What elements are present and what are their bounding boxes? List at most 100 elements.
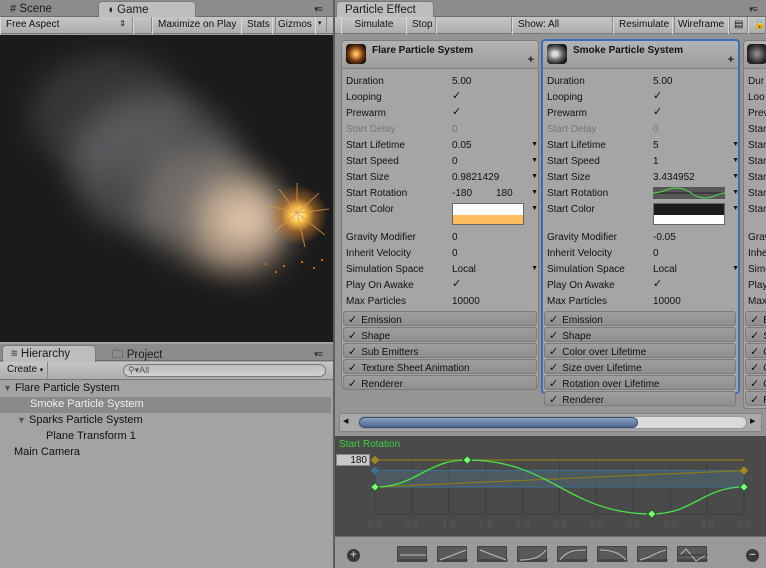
add-module-icon[interactable]: + [528, 54, 534, 66]
gizmos-button[interactable]: Gizmos [272, 17, 316, 34]
hierarchy-item[interactable]: ▼ Flare Particle System [0, 381, 331, 397]
module-enabled-checkbox[interactable]: ✓ [549, 362, 558, 374]
module-header[interactable]: ✓ Color over Lifetime [544, 343, 736, 358]
module-enabled-checkbox[interactable]: ✓ [549, 330, 558, 342]
module-header[interactable]: ✓C [745, 359, 766, 374]
property-value[interactable]: 10000 [653, 296, 681, 307]
checkbox[interactable]: ✓ [653, 91, 664, 102]
module-enabled-checkbox[interactable]: ✓ [348, 346, 357, 358]
property-value[interactable]: 5 [653, 140, 659, 151]
color-gradient-field[interactable] [452, 203, 524, 225]
checkbox[interactable]: ✓ [653, 279, 664, 290]
property-value-max[interactable]: 180 [496, 188, 513, 199]
panel-menu-icon[interactable]: ▾≡ [749, 4, 758, 15]
checkbox[interactable]: ✓ [452, 107, 463, 118]
property-value[interactable]: 0.9821429 [452, 172, 499, 183]
checkbox[interactable]: ✓ [452, 279, 463, 290]
curve-preset-button[interactable] [437, 546, 468, 562]
tab-scene[interactable]: # Scene [2, 1, 60, 18]
module-header[interactable]: ✓ Renderer [343, 375, 537, 390]
card-header[interactable] [744, 41, 766, 69]
module-enabled-checkbox[interactable]: ✓ [750, 330, 759, 342]
module-enabled-checkbox[interactable]: ✓ [750, 314, 759, 326]
curve-preset-button[interactable] [517, 546, 548, 562]
curve-preset-button[interactable] [597, 546, 628, 562]
color-gradient-field[interactable] [653, 203, 725, 225]
module-enabled-checkbox[interactable]: ✓ [549, 314, 558, 326]
dropdown-arrow-icon[interactable]: ▼ [531, 189, 538, 196]
module-header[interactable]: ✓C [745, 375, 766, 390]
gizmos-dropdown-arrow[interactable]: ▾ [315, 17, 327, 34]
panel-menu-icon[interactable]: ▾≡ [314, 4, 323, 15]
curve-preset-button[interactable] [677, 546, 708, 562]
stop-button[interactable]: Stop [406, 17, 436, 34]
hierarchy-item[interactable]: Smoke Particle System [0, 397, 331, 413]
property-value[interactable]: 0 [452, 124, 458, 135]
property-value[interactable]: 0 [452, 156, 458, 167]
property-value[interactable]: 3.434952 [653, 172, 695, 183]
tab-hierarchy[interactable]: ≡ Hierarchy [2, 345, 96, 362]
module-enabled-checkbox[interactable]: ✓ [750, 378, 759, 390]
scroll-track[interactable] [358, 416, 747, 429]
module-header[interactable]: ✓ Shape [343, 327, 537, 342]
module-header[interactable]: ✓ Renderer [544, 391, 736, 406]
curve-preset-button[interactable] [557, 546, 588, 562]
checkbox[interactable]: ✓ [452, 91, 463, 102]
aspect-dropdown[interactable]: Free Aspect ⇕ [0, 17, 133, 34]
scroll-left-arrow-icon[interactable]: ◀ [343, 417, 348, 425]
property-value[interactable]: Local [653, 264, 677, 275]
hierarchy-item[interactable]: Plane Transform 1 [0, 429, 331, 445]
property-value[interactable]: 0 [452, 248, 458, 259]
property-value[interactable]: 0 [653, 124, 659, 135]
module-enabled-checkbox[interactable]: ✓ [348, 314, 357, 326]
hierarchy-search-input[interactable]: ⚲▾All [123, 364, 326, 377]
property-value[interactable]: -0.05 [653, 232, 676, 243]
dropdown-arrow-icon[interactable]: ▼ [531, 141, 538, 148]
dropdown-arrow-icon[interactable]: ▼ [531, 265, 538, 272]
expand-arrow-icon[interactable]: ▼ [17, 415, 26, 425]
horizontal-scrollbar[interactable]: ◀ ▶ [339, 413, 762, 432]
property-value[interactable]: 10000 [452, 296, 480, 307]
tab-game[interactable]: ◖ Game [98, 1, 196, 18]
dropdown-arrow-icon[interactable]: ▼ [531, 205, 538, 212]
module-enabled-checkbox[interactable]: ✓ [750, 362, 759, 374]
curve-max-field[interactable]: 180 [336, 454, 370, 466]
curve-editor[interactable]: Start Rotation 0 0.0 0.5 1.0 1.5 2.0 2.5 3.0 3.5… [335, 436, 766, 536]
dropdown-arrow-icon[interactable]: ▼ [531, 173, 538, 180]
module-header[interactable]: ✓ Rotation over Lifetime [544, 375, 736, 390]
resimulate-toggle[interactable]: Resimulate [613, 17, 676, 34]
split-view-icon[interactable]: ▤ [728, 17, 748, 34]
module-header[interactable]: ✓R [745, 391, 766, 406]
scroll-thumb[interactable] [359, 417, 638, 428]
curve-preset-button[interactable] [637, 546, 668, 562]
dropdown-arrow-icon[interactable]: ▼ [732, 265, 739, 272]
stats-button[interactable]: Stats [241, 17, 276, 34]
curve-key-point[interactable] [646, 509, 657, 519]
module-enabled-checkbox[interactable]: ✓ [549, 346, 558, 358]
curve-preset-button[interactable] [397, 546, 428, 562]
show-dropdown[interactable]: Show: All [512, 17, 613, 34]
dropdown-arrow-icon[interactable]: ▼ [732, 141, 739, 148]
property-value[interactable]: 0.05 [452, 140, 471, 151]
expand-arrow-icon[interactable]: ▼ [3, 383, 12, 393]
add-key-icon[interactable]: + [347, 549, 360, 562]
simulate-button[interactable]: Simulate [341, 17, 407, 34]
checkbox[interactable]: ✓ [653, 107, 664, 118]
tab-project[interactable]: 🗀 Project [104, 345, 171, 362]
module-enabled-checkbox[interactable]: ✓ [549, 394, 558, 406]
remove-curve-icon[interactable]: − [746, 549, 759, 562]
dropdown-arrow-icon[interactable]: ▼ [732, 205, 739, 212]
dropdown-arrow-icon[interactable]: ▼ [732, 157, 739, 164]
module-enabled-checkbox[interactable]: ✓ [348, 330, 357, 342]
card-header[interactable]: Flare Particle System + [342, 41, 538, 69]
curve-plot[interactable]: 0 0.0 0.5 1.0 1.5 2.0 2.5 3.0 3.5 4.0 4.5 5.0 [335, 436, 766, 536]
module-header[interactable]: ✓S [745, 327, 766, 342]
module-header[interactable]: ✓C [745, 343, 766, 358]
module-header[interactable]: ✓ Size over Lifetime [544, 359, 736, 374]
lock-icon[interactable]: 🔒 [748, 17, 766, 34]
property-value[interactable]: 0 [653, 248, 659, 259]
module-header[interactable]: ✓ Emission [544, 311, 736, 326]
wireframe-toggle[interactable]: Wireframe [672, 17, 731, 34]
dropdown-arrow-icon[interactable]: ▼ [732, 189, 739, 196]
module-enabled-checkbox[interactable]: ✓ [750, 346, 759, 358]
